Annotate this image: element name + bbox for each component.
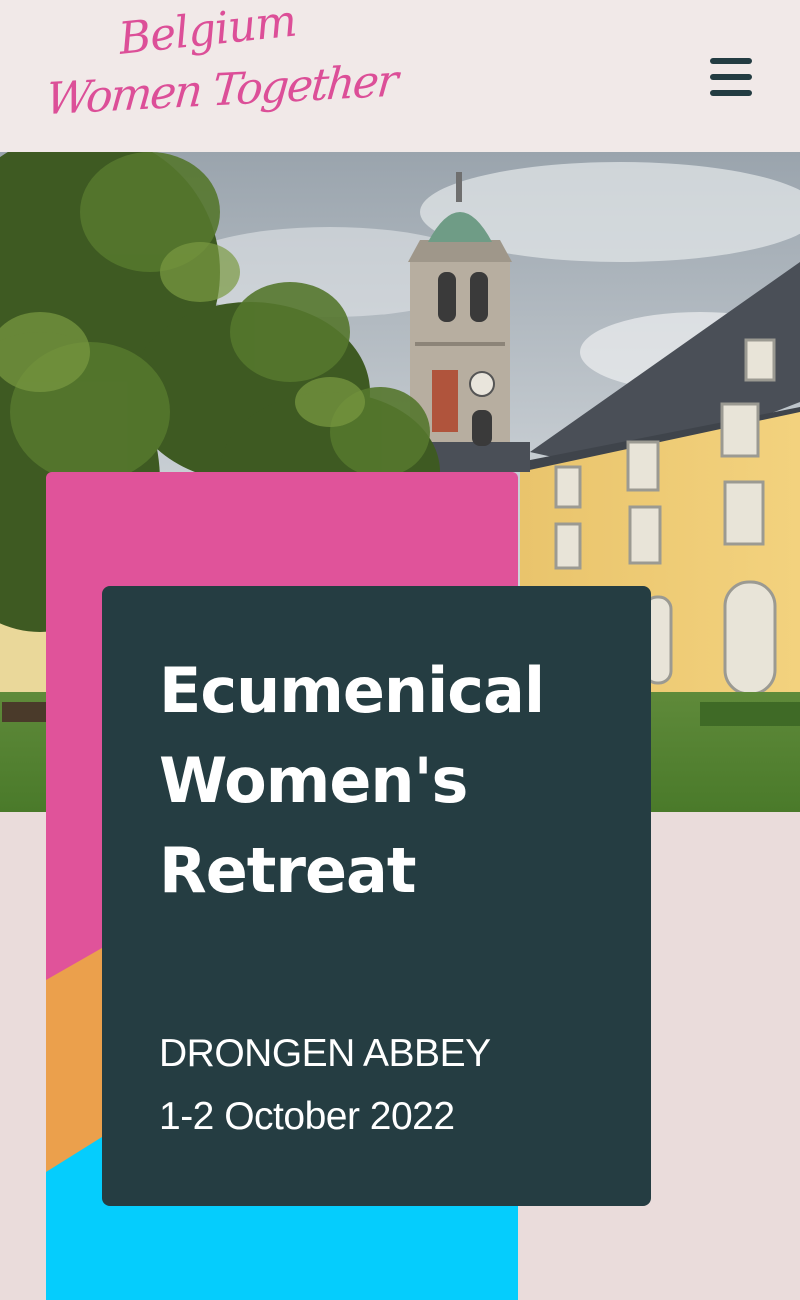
site-logo[interactable]: Belgium Women Together <box>44 0 399 145</box>
event-title: Ecumenical Women's Retreat <box>159 654 545 907</box>
logo-line-2: Women Together <box>43 55 399 126</box>
event-date: 1-2 October 2022 <box>159 1095 455 1138</box>
event-card: Ecumenical Women's Retreat DRONGEN ABBEY… <box>102 586 651 1206</box>
hamburger-menu-icon[interactable] <box>710 58 754 98</box>
logo-line-1: Belgium <box>116 0 299 65</box>
page: Belgium Women Together Ecumenical Women'… <box>0 0 800 1300</box>
site-header: Belgium Women Together <box>0 0 800 152</box>
event-location: DRONGEN ABBEY <box>159 1032 491 1075</box>
